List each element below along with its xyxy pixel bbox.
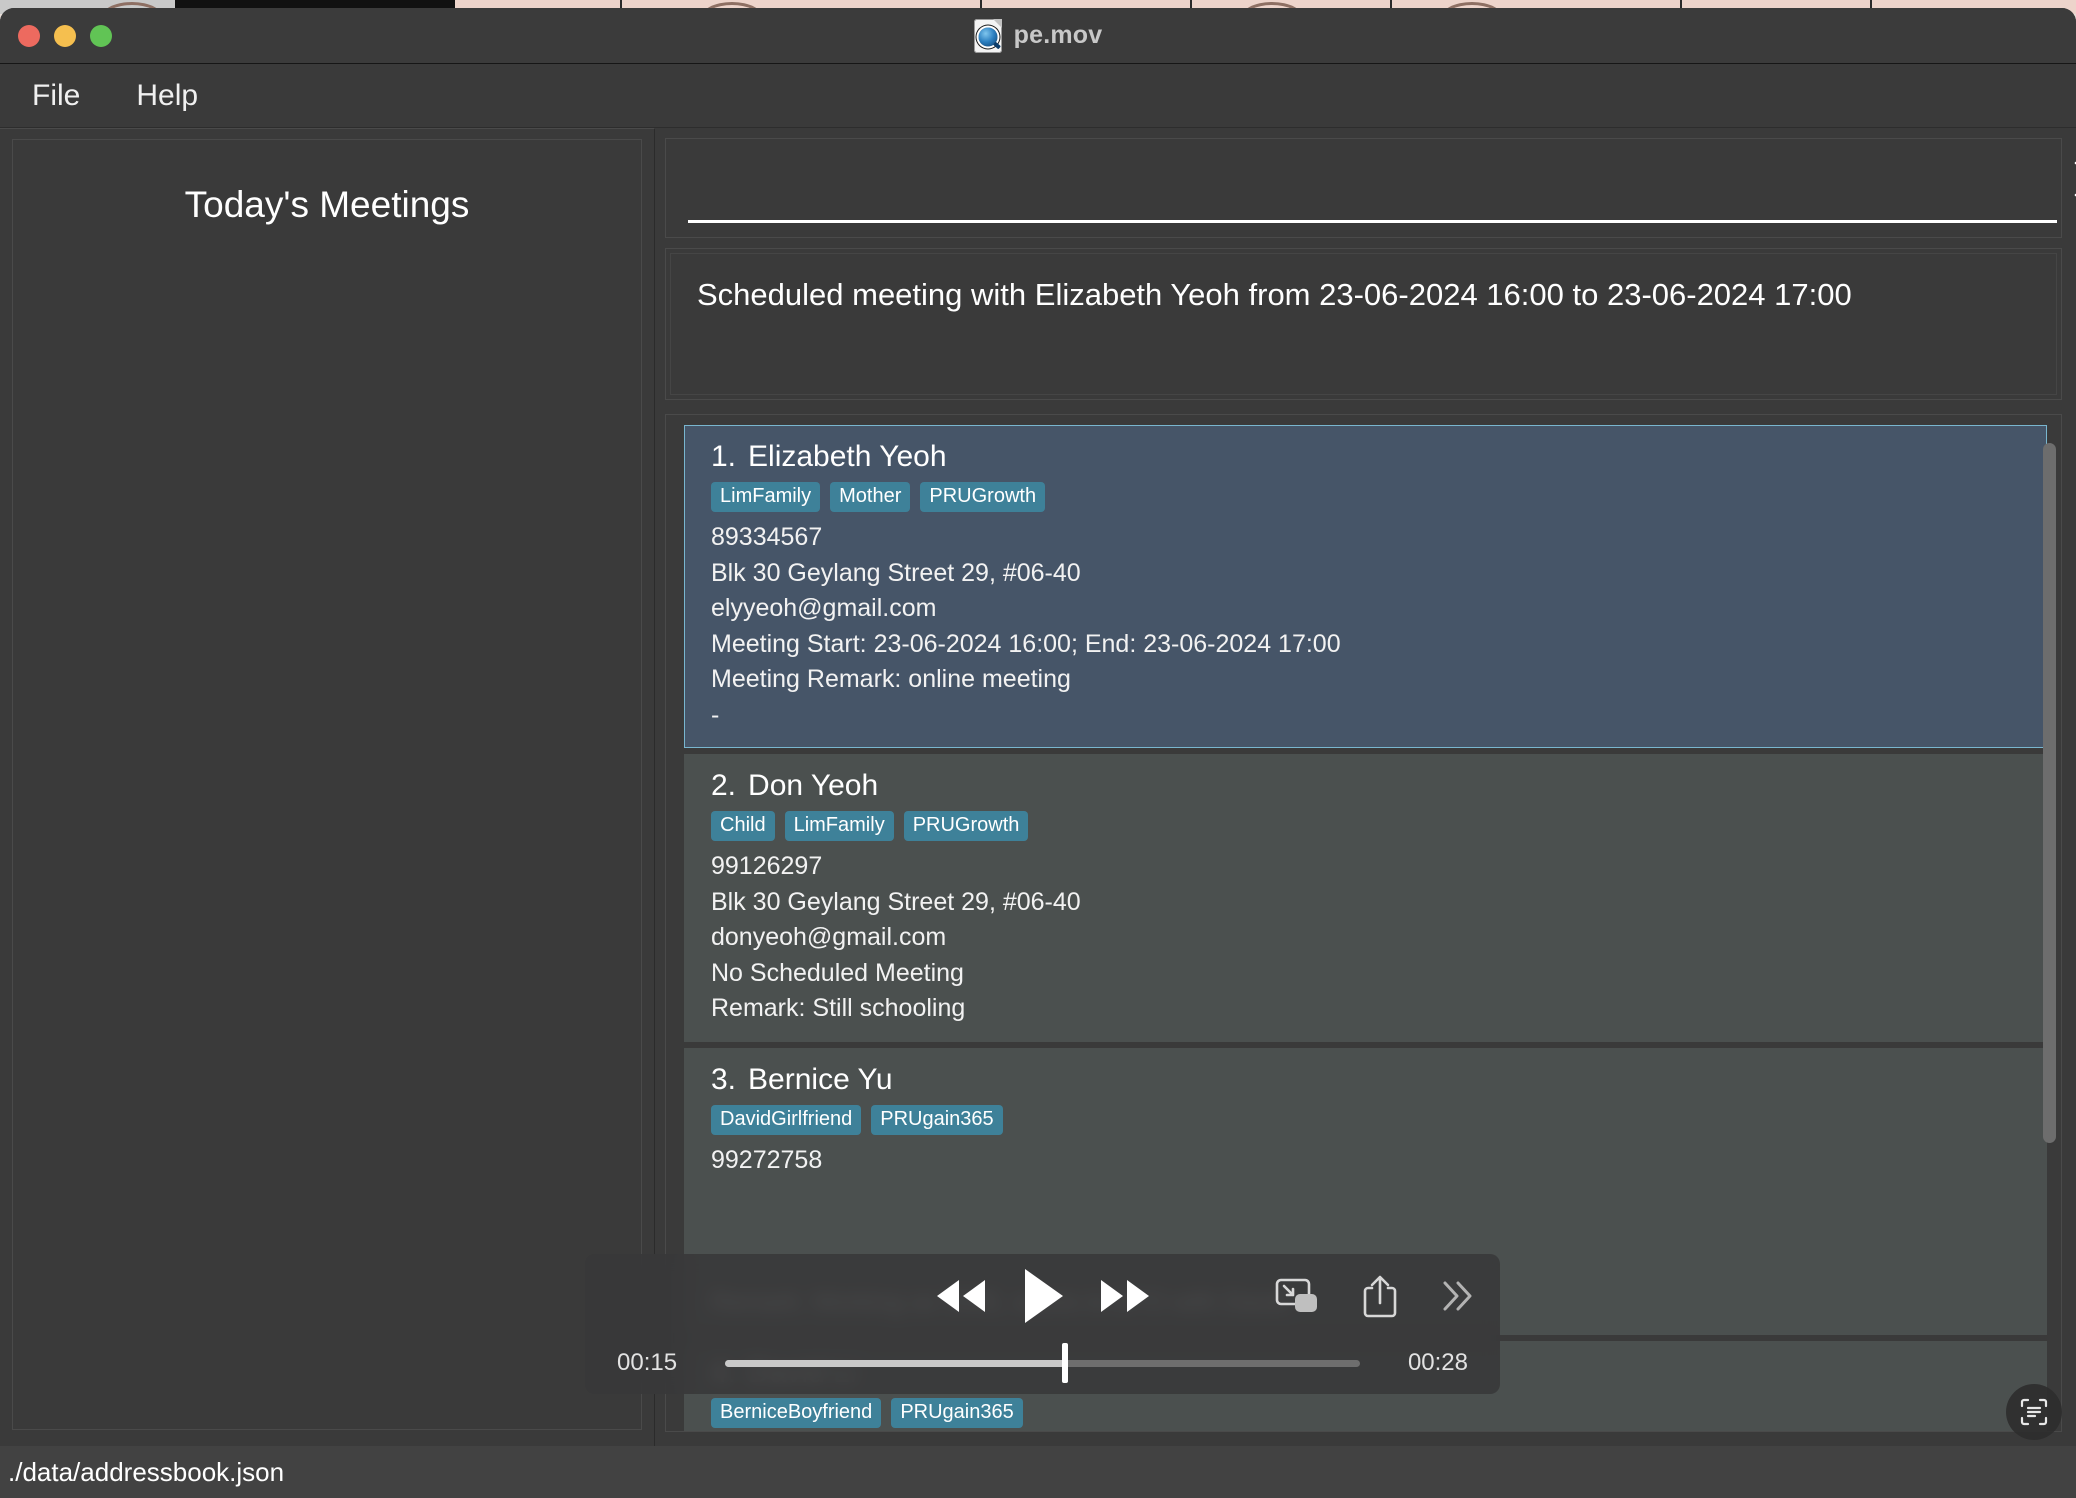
contact-index: 2.: [711, 769, 737, 802]
contact-meeting: No Scheduled Meeting: [711, 958, 964, 987]
contact-index: 1.: [711, 440, 737, 473]
contact-name-row: 1. Elizabeth Yeoh: [711, 440, 2046, 474]
contact-phone: 99126297: [711, 852, 823, 880]
progress-knob[interactable]: [1061, 1343, 1068, 1383]
menu-file[interactable]: File: [26, 77, 86, 115]
window-title-group: pe.mov: [0, 8, 2076, 63]
contact-remark: Remark: Still schooling: [711, 994, 966, 1022]
command-input-underline: [688, 220, 2057, 223]
player-transport-buttons: [585, 1254, 1500, 1338]
player-extra-buttons: [1274, 1273, 1474, 1319]
chevron-double-right-icon[interactable]: [1440, 1278, 1474, 1314]
play-icon[interactable]: [1021, 1267, 1065, 1325]
contact-phone: 99272758: [711, 1145, 823, 1174]
title-bar: pe.mov: [0, 8, 2076, 64]
rewind-icon[interactable]: [935, 1277, 987, 1315]
contact-email: elyyeoh@gmail.com: [711, 594, 937, 622]
contact-tags: LimFamily Mother PRUGrowth: [711, 482, 2046, 512]
tag-chip[interactable]: BerniceBoyfriend: [711, 1398, 882, 1428]
tag-chip[interactable]: LimFamily: [784, 811, 894, 841]
tag-chip[interactable]: PRUGrowth: [920, 482, 1046, 512]
contact-card[interactable]: 1. Elizabeth Yeoh LimFamily Mother PRUGro…: [684, 425, 2047, 748]
right-panel: Scheduled meeting with Elizabeth Yeoh fr…: [655, 128, 2076, 1446]
contact-phone: 89334567: [711, 523, 823, 551]
player-scrubber: 00:15 00:28: [585, 1338, 1500, 1388]
total-time: 00:28: [1407, 1349, 1468, 1376]
share-icon[interactable]: [1362, 1273, 1398, 1319]
todays-meetings-title: Today's Meetings: [184, 184, 470, 225]
contact-name: Don Yeoh: [748, 769, 879, 802]
menu-bar: File Help: [0, 64, 2076, 128]
tag-chip[interactable]: LimFamily: [711, 482, 821, 512]
menu-help[interactable]: Help: [130, 77, 204, 115]
todays-meetings-panel: Today's Meetings: [12, 139, 642, 1430]
current-time: 00:15: [617, 1349, 678, 1376]
contact-address: Blk 30 Geylang Street 29, #06-40: [711, 887, 1081, 916]
tag-chip[interactable]: DavidGirlfriend: [711, 1104, 862, 1135]
vertical-scrollbar[interactable]: [2041, 429, 2057, 1421]
main-content: Today's Meetings Scheduled meeting with …: [0, 128, 2076, 1446]
contact-meeting: Meeting Start: 23-06-2024 16:00; End: 23…: [711, 629, 1341, 658]
result-display-inner: Scheduled meeting with Elizabeth Yeoh fr…: [670, 253, 2057, 395]
status-bar: ./data/addressbook.json: [0, 1446, 2076, 1498]
status-file-path: ./data/addressbook.json: [8, 1456, 285, 1487]
scrollbar-thumb[interactable]: [2043, 443, 2056, 1143]
contact-name-row: 2. Don Yeoh: [711, 769, 2046, 803]
video-player-controls: 00:15 00:28: [585, 1254, 1500, 1394]
tag-chip[interactable]: PRUgain365: [891, 1398, 1023, 1428]
contact-tags: Child LimFamily PRUGrowth: [711, 811, 2046, 841]
text-cursor-icon: [2074, 161, 2076, 197]
contact-name: Bernice Yu: [748, 1062, 893, 1096]
contact-card[interactable]: 2. Don Yeoh Child LimFamily PRUGrowth 991…: [684, 754, 2047, 1042]
tag-chip[interactable]: Child: [711, 811, 775, 841]
app-window: pe.mov File Help Today's Meetings Schedu…: [0, 8, 2076, 1498]
contact-name-row: 3. Bernice Yu: [711, 1063, 2046, 1097]
command-input[interactable]: [688, 153, 2057, 219]
fast-forward-icon[interactable]: [1099, 1277, 1151, 1315]
tag-chip[interactable]: PRUGrowth: [903, 811, 1029, 841]
contact-email: donyeoh@gmail.com: [711, 923, 947, 951]
contact-remark: -: [711, 700, 720, 729]
contact-meeting-remark: Meeting Remark: online meeting: [711, 665, 1071, 693]
command-box: [665, 138, 2076, 238]
progress-track[interactable]: [725, 1343, 1360, 1383]
window-title: pe.mov: [1013, 21, 1103, 49]
contact-address: Blk 30 Geylang Street 29, #06-40: [711, 558, 1081, 587]
contact-tags: DavidGirlfriend PRUgain365: [711, 1104, 2046, 1135]
result-display-box: Scheduled meeting with Elizabeth Yeoh fr…: [665, 248, 2062, 400]
result-text: Scheduled meeting with Elizabeth Yeoh fr…: [697, 277, 1852, 312]
live-text-scan-icon[interactable]: [2006, 1384, 2062, 1440]
left-panel: Today's Meetings: [0, 128, 655, 1446]
tag-chip[interactable]: Mother: [830, 482, 911, 512]
picture-in-picture-icon[interactable]: [1274, 1276, 1320, 1316]
tag-chip[interactable]: PRUgain365: [871, 1104, 1003, 1135]
contact-name: Elizabeth Yeoh: [748, 440, 947, 473]
quicktime-document-icon: [973, 18, 1002, 53]
contact-tags: BerniceBoyfriend PRUgain365: [711, 1398, 2046, 1428]
progress-fill: [725, 1359, 1065, 1367]
contact-index: 3.: [711, 1062, 737, 1096]
